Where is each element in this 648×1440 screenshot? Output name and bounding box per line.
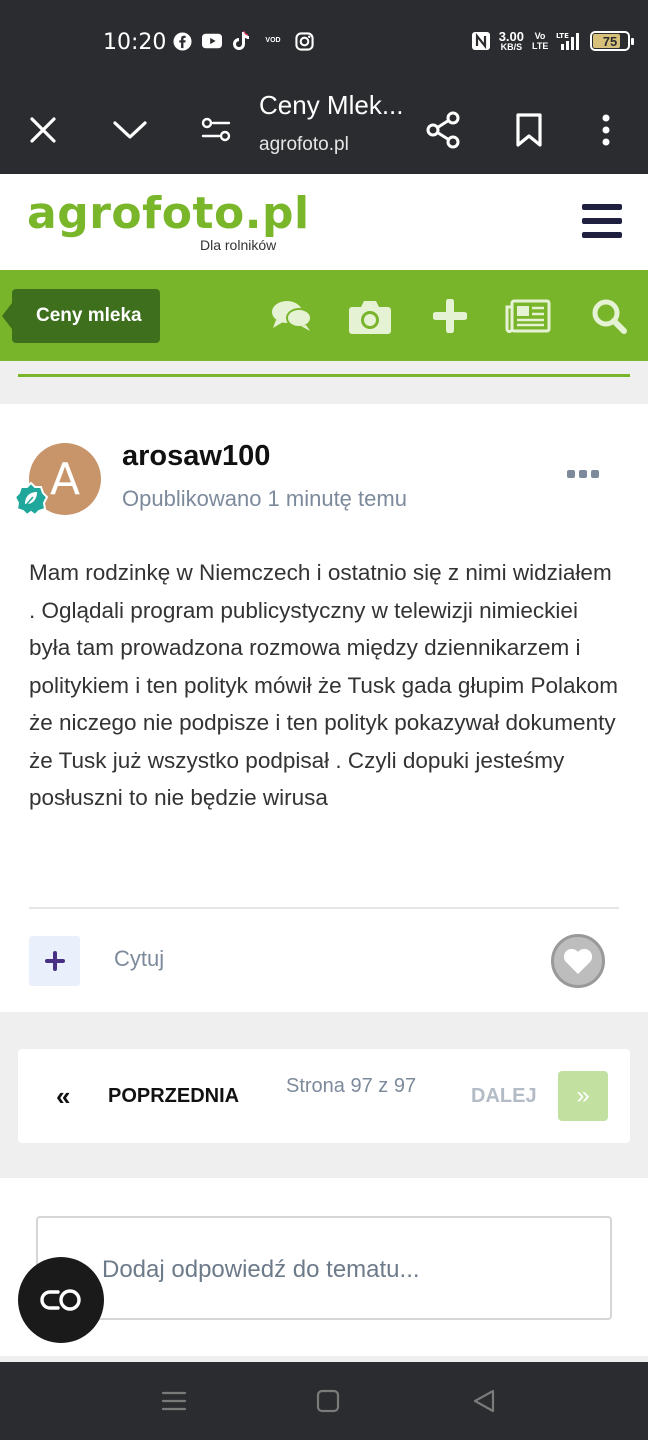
close-icon[interactable] xyxy=(15,102,71,158)
tab-title[interactable]: Ceny Mlek... xyxy=(259,90,404,121)
double-chevron-left-icon[interactable]: « xyxy=(56,1081,70,1112)
post-author[interactable]: arosaw100 xyxy=(122,440,270,473)
youtube-icon xyxy=(202,31,222,51)
forum-nav-bar: Ceny mleka xyxy=(0,270,648,361)
svg-text:LTE: LTE xyxy=(556,32,569,40)
heart-icon xyxy=(563,948,593,974)
post-options-icon[interactable] xyxy=(567,470,599,482)
home-icon[interactable] xyxy=(313,1386,343,1416)
link-icon xyxy=(40,1289,81,1311)
plus-icon[interactable] xyxy=(427,294,473,338)
post-timestamp: Opublikowano 1 minutę temu xyxy=(122,486,407,511)
more-vertical-icon[interactable] xyxy=(578,102,634,158)
browser-toolbar: Ceny Mlek... agrofoto.pl xyxy=(0,86,648,174)
vod-icon: VOD xyxy=(265,37,281,44)
multiquote-button[interactable] xyxy=(29,936,80,986)
chat-icon[interactable] xyxy=(268,294,314,338)
page-indicator[interactable]: Strona 97 z 97 xyxy=(286,1075,416,1098)
section-divider xyxy=(18,374,630,377)
system-navigation-bar xyxy=(0,1362,648,1440)
site-settings-icon[interactable] xyxy=(188,102,244,158)
reply-placeholder: Dodaj odpowiedź do tematu... xyxy=(102,1256,420,1283)
chevron-down-icon[interactable] xyxy=(102,102,158,158)
status-time: 10:20 xyxy=(103,30,167,55)
rank-badge-icon xyxy=(13,481,49,517)
speed-unit: KB/S xyxy=(500,42,523,52)
address-url[interactable]: agrofoto.pl xyxy=(259,134,349,156)
instagram-icon xyxy=(294,31,314,51)
nfc-icon xyxy=(471,31,491,51)
plus-icon xyxy=(44,951,65,971)
camera-icon[interactable] xyxy=(347,294,393,338)
newspaper-icon[interactable] xyxy=(505,294,551,338)
post-divider xyxy=(29,907,619,909)
recent-apps-icon[interactable] xyxy=(159,1386,189,1416)
bookmark-icon[interactable] xyxy=(501,102,557,158)
tiktok-icon xyxy=(232,31,252,51)
site-tagline: Dla rolników xyxy=(200,237,277,253)
pagination: « POPRZEDNIA Strona 97 z 97 DALEJ » xyxy=(18,1049,630,1143)
facebook-icon xyxy=(172,31,192,51)
hamburger-menu-icon[interactable] xyxy=(582,204,622,238)
post-body: Mam rodzinkę w Niemczech i ostatnio się … xyxy=(29,560,618,810)
status-app-icons: VOD xyxy=(172,31,314,51)
site-logo[interactable]: agrofoto.pl xyxy=(27,188,310,239)
network-speed: 3.00 KB/S xyxy=(499,30,524,52)
volte-indicator: Vo LTE xyxy=(532,31,549,51)
status-bar: 10:20 VOD 3.00 KB/S Vo LTE LTE 75 xyxy=(0,0,648,86)
battery-icon: 75 xyxy=(590,31,634,51)
reply-section: Dodaj odpowiedź do tematu... xyxy=(0,1178,648,1356)
share-icon[interactable] xyxy=(415,102,471,158)
signal-icon: LTE xyxy=(556,31,582,51)
site-header: agrofoto.pl Dla rolników xyxy=(0,174,648,270)
search-icon[interactable] xyxy=(586,294,632,338)
status-right: 3.00 KB/S Vo LTE LTE 75 xyxy=(471,30,634,52)
forum-post: A arosaw100 Opublikowano 1 minutę temu M… xyxy=(0,404,648,1012)
reply-input[interactable]: Dodaj odpowiedź do tematu... xyxy=(36,1216,612,1320)
battery-level: 75 xyxy=(602,33,618,49)
previous-page-link[interactable]: POPRZEDNIA xyxy=(108,1085,239,1108)
next-page-link: DALEJ xyxy=(471,1085,537,1107)
breadcrumb[interactable]: Ceny mleka xyxy=(2,289,160,343)
quote-button[interactable]: Cytuj xyxy=(114,946,164,972)
like-button[interactable] xyxy=(551,934,605,988)
double-chevron-right-icon: » xyxy=(558,1071,608,1121)
floating-overlay-button[interactable] xyxy=(18,1257,104,1343)
back-icon[interactable] xyxy=(469,1386,499,1416)
